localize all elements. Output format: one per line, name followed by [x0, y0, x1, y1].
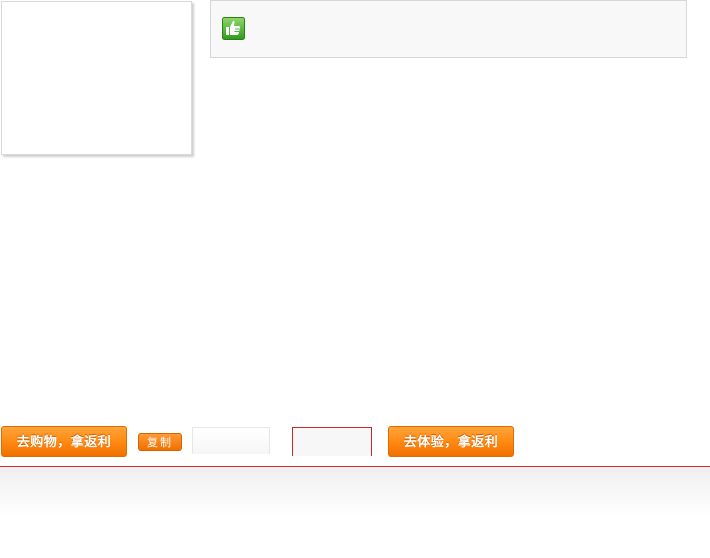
- copy-button[interactable]: 复制: [138, 433, 182, 451]
- link-field[interactable]: [192, 427, 270, 454]
- recommend-panel: [210, 0, 687, 58]
- thumbs-up-icon: [222, 17, 245, 40]
- go-shopping-cashback-button[interactable]: 去购物，拿返利: [1, 426, 127, 457]
- footer-band: [0, 467, 710, 517]
- product-image: [1, 1, 192, 155]
- go-experience-cashback-button[interactable]: 去体验，拿返利: [388, 426, 514, 457]
- code-field[interactable]: [292, 427, 372, 456]
